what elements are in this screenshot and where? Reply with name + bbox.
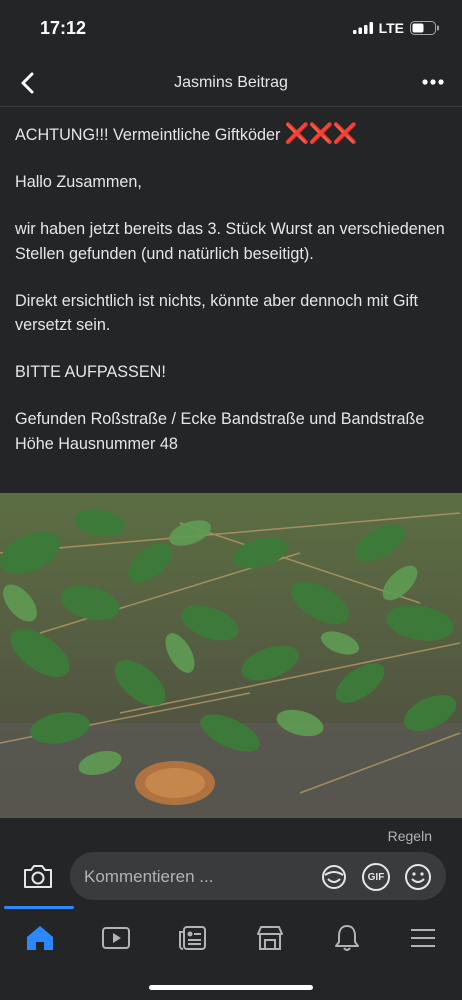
gif-icon[interactable]: GIF bbox=[362, 863, 390, 891]
post-paragraph: Gefunden Roßstraße / Ecke Bandstraße und… bbox=[15, 410, 425, 453]
avatar-sticker-icon[interactable] bbox=[320, 863, 348, 891]
post-photo[interactable] bbox=[0, 493, 462, 818]
comment-bar: Kommentieren ... GIF bbox=[0, 852, 462, 902]
network-type: LTE bbox=[378, 20, 404, 36]
status-indicators: LTE bbox=[352, 20, 440, 36]
camera-icon[interactable] bbox=[22, 862, 54, 890]
headline-text: ACHTUNG!!! Vermeintliche Giftköder bbox=[15, 126, 281, 144]
bottom-tab-bar bbox=[0, 906, 462, 1000]
post-headline: ACHTUNG!!! Vermeintliche Giftköder ❌❌❌ bbox=[15, 122, 455, 147]
comment-placeholder: Kommentieren ... bbox=[84, 867, 214, 886]
page-title: Jasmins Beitrag bbox=[174, 74, 288, 91]
bell-icon[interactable] bbox=[331, 922, 363, 954]
post-paragraph: Direkt ersichtlich ist nichts, könnte ab… bbox=[15, 291, 419, 335]
cross-mark-icons: ❌❌❌ bbox=[284, 123, 358, 145]
news-feed-icon[interactable] bbox=[177, 922, 209, 954]
marketplace-icon[interactable] bbox=[254, 922, 286, 954]
post-paragraph: BITTE AUFPASSEN! bbox=[15, 363, 166, 382]
photo-leaves-image bbox=[0, 493, 462, 818]
active-tab-indicator bbox=[4, 906, 74, 909]
video-icon[interactable] bbox=[100, 922, 132, 954]
status-bar: 17:12 LTE bbox=[0, 0, 462, 60]
rules-link[interactable]: Regeln bbox=[388, 828, 432, 844]
post-text: ACHTUNG!!! Vermeintliche Giftköder ❌❌❌ H… bbox=[15, 122, 455, 479]
more-options-icon[interactable] bbox=[420, 72, 446, 92]
comment-input[interactable]: Kommentieren ... GIF bbox=[70, 852, 446, 900]
menu-icon[interactable] bbox=[407, 922, 439, 954]
top-nav-bar: Jasmins Beitrag bbox=[0, 60, 462, 107]
home-icon[interactable] bbox=[24, 922, 56, 954]
post-paragraph: Hallo Zusammen, bbox=[15, 173, 142, 192]
home-indicator bbox=[149, 985, 313, 990]
status-time: 17:12 bbox=[40, 18, 87, 38]
battery-icon bbox=[410, 21, 439, 35]
emoji-icon[interactable] bbox=[404, 863, 432, 891]
post-paragraph: wir haben jetzt bereits das 3. Stück Wur… bbox=[15, 220, 445, 263]
signal-icon bbox=[352, 22, 373, 34]
